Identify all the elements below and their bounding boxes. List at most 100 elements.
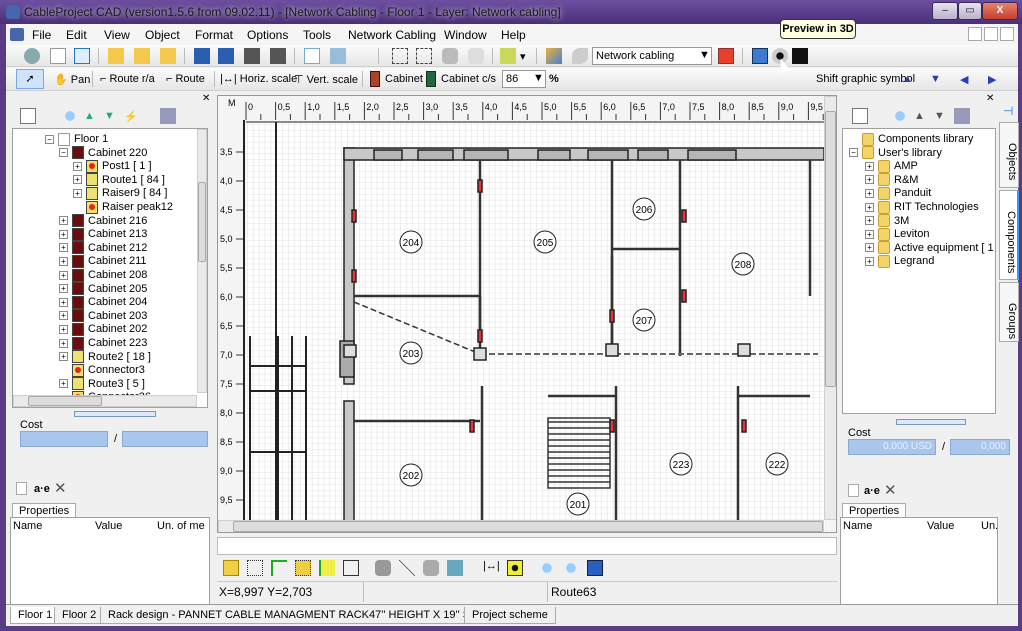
tree-item-cabinet-223[interactable]: + Cabinet 223 <box>59 336 147 350</box>
expand-toggle[interactable]: + <box>865 256 874 266</box>
brush-icon[interactable] <box>572 48 588 64</box>
connect-icon[interactable] <box>447 560 463 576</box>
tree-item-floor-1[interactable]: − Floor 1 <box>45 132 108 146</box>
menu-options[interactable]: Options <box>247 28 288 42</box>
tree-item-cabinet-216[interactable]: + Cabinet 216 <box>59 214 147 228</box>
expand-toggle[interactable]: + <box>865 243 874 253</box>
tree-item-cabinet-203[interactable]: + Cabinet 203 <box>59 309 147 323</box>
cabinet-cs-icon[interactable] <box>426 71 436 87</box>
tree-item-route1-84[interactable]: + Route1 [ 84 ] <box>73 173 165 187</box>
expand-toggle[interactable]: + <box>59 284 68 294</box>
menu-format[interactable]: Format <box>195 28 233 42</box>
project-icon[interactable] <box>24 48 40 64</box>
library-item-leviton[interactable]: + Leviton <box>865 227 929 241</box>
zoom-out-icon[interactable] <box>539 560 555 576</box>
command-bar[interactable] <box>217 537 837 555</box>
save-as-icon[interactable] <box>218 48 234 64</box>
mdi-close-button[interactable] <box>1000 27 1014 41</box>
color-black-icon[interactable] <box>792 48 808 64</box>
route-tool-button[interactable]: ⌐ Route <box>166 73 205 85</box>
layer-color-swatch[interactable] <box>718 48 734 64</box>
library-item-components-library[interactable]: Components library <box>849 132 973 146</box>
expand-toggle[interactable]: + <box>865 175 874 185</box>
properties-tab[interactable]: Properties <box>12 503 77 518</box>
tree-item-route2-18[interactable]: + Route2 [ 18 ] <box>59 350 151 364</box>
save-all-icon[interactable] <box>244 48 260 64</box>
tab-floor-2[interactable]: Floor 2 <box>54 607 105 624</box>
tab-components[interactable]: Components <box>999 190 1019 280</box>
cost-field-1[interactable] <box>20 431 108 447</box>
layer-select[interactable]: Network cabling ▼ <box>592 47 712 65</box>
expand-toggle[interactable]: + <box>73 175 82 185</box>
snap-object-icon[interactable] <box>319 560 335 576</box>
layer-edit-icon[interactable] <box>546 48 562 64</box>
tab-project-scheme[interactable]: Project scheme <box>464 607 556 624</box>
cost-field-1[interactable]: 0,000 USD <box>848 439 936 455</box>
library-item-panduit[interactable]: + Panduit <box>865 186 931 200</box>
delete-icon[interactable]: ✕ <box>884 481 897 499</box>
drawing-area[interactable]: M 0 0,5 1,0 1,5 2,0 2,5 3,0 3,5 4,0 4,5 5,0 5,5 6,0 6,… <box>217 95 837 533</box>
shift-left-icon[interactable]: ◀ <box>960 73 968 86</box>
splitter-handle[interactable] <box>896 419 966 425</box>
expand-toggle[interactable]: + <box>59 352 68 362</box>
tree-item-cabinet-220[interactable]: − Cabinet 220 <box>59 146 147 160</box>
open-icon[interactable] <box>108 48 124 64</box>
tree-item-raiser9-84[interactable]: + Raiser9 [ 84 ] <box>73 186 167 200</box>
tree-item-cabinet-202[interactable]: + Cabinet 202 <box>59 322 147 336</box>
cabinet-icon[interactable] <box>370 71 380 87</box>
expand-toggle[interactable]: + <box>59 256 68 266</box>
tree-item-post1-1[interactable]: + Post1 [ 1 ] <box>73 159 152 173</box>
tree-item-raiser-peak12[interactable]: Raiser peak12 <box>73 200 173 214</box>
expand-toggle[interactable]: + <box>59 297 68 307</box>
pan-tool-button[interactable]: ✋ Pan <box>54 73 90 86</box>
open-folder-icon[interactable] <box>134 48 150 64</box>
expand-toggle[interactable]: + <box>59 216 68 226</box>
snap-points-icon[interactable] <box>295 560 311 576</box>
find-icon[interactable] <box>892 108 908 124</box>
expand-toggle[interactable]: + <box>865 229 874 239</box>
tree-item-cabinet-205[interactable]: + Cabinet 205 <box>59 282 147 296</box>
tab-floor-1[interactable]: Floor 1 <box>10 607 61 624</box>
tree-item-connector3[interactable]: Connector3 <box>59 363 145 377</box>
move-up-icon[interactable]: ▲ <box>84 110 95 122</box>
menu-file[interactable]: File <box>32 28 51 42</box>
close-button[interactable]: X <box>982 2 1018 20</box>
tree-item-route3-5[interactable]: + Route3 [ 5 ] <box>59 377 145 391</box>
expand-toggle[interactable]: + <box>59 270 68 280</box>
new-property-icon[interactable] <box>848 484 859 497</box>
save-icon[interactable] <box>194 48 210 64</box>
expand-toggle[interactable]: − <box>59 148 68 158</box>
library-item-rit-technologies[interactable]: + RIT Technologies <box>865 200 979 214</box>
arrange-icon[interactable] <box>500 48 516 64</box>
shift-right-icon[interactable]: ▶ <box>988 73 996 86</box>
floor-plan-canvas[interactable]: M 0 0,5 1,0 1,5 2,0 2,5 3,0 3,5 4,0 4,5 5,0 5,5 6,0 6,… <box>218 96 837 533</box>
move-down-icon[interactable]: ▼ <box>104 110 115 122</box>
mdi-restore-button[interactable] <box>984 27 998 41</box>
expand-toggle[interactable]: + <box>73 188 82 198</box>
grid-snap-icon[interactable] <box>223 560 239 576</box>
expand-toggle[interactable]: + <box>865 188 874 198</box>
expand-toggle[interactable]: + <box>865 216 874 226</box>
unlock-icon[interactable] <box>468 48 484 64</box>
menu-view[interactable]: View <box>104 28 130 42</box>
menu-tools[interactable]: Tools <box>303 28 331 42</box>
pin-icon[interactable]: ⊣ <box>1003 104 1013 118</box>
maximize-button[interactable]: ▭ <box>958 2 982 20</box>
mdi-minimize-button[interactable] <box>968 27 982 41</box>
menu-edit[interactable]: Edit <box>66 28 87 42</box>
panel-close-icon[interactable]: ✕ <box>986 93 994 104</box>
drawing-vscrollbar[interactable] <box>824 96 836 520</box>
expand-toggle[interactable]: + <box>59 324 68 334</box>
route-ra-tool-button[interactable]: ⌐ Route r/a <box>100 73 155 85</box>
tree-view-icon[interactable] <box>160 108 176 124</box>
objects-tree-vscrollbar[interactable] <box>197 129 207 393</box>
expand-toggle[interactable]: + <box>59 311 68 321</box>
library-item-amp[interactable]: + AMP <box>865 159 918 173</box>
expand-toggle[interactable]: + <box>59 229 68 239</box>
expand-toggle[interactable]: + <box>73 161 82 171</box>
tree-item-cabinet-204[interactable]: + Cabinet 204 <box>59 295 147 309</box>
new-icon[interactable] <box>50 48 66 64</box>
move-down-icon[interactable]: ▼ <box>934 110 945 122</box>
ae-button[interactable]: a·e <box>864 485 880 497</box>
cabinet-tool-button[interactable]: Cabinet <box>385 73 423 85</box>
